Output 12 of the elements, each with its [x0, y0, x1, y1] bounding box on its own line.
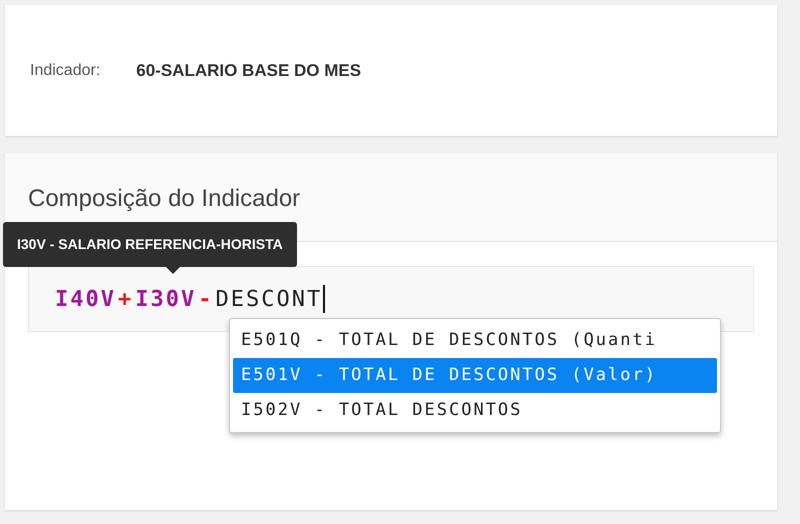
typed-text: DESCONT	[215, 286, 322, 314]
indicator-value: 60-SALARIO BASE DO MES	[136, 60, 362, 82]
variable-token: I30V	[135, 286, 196, 314]
indicator-label: Indicador:	[30, 60, 100, 80]
suggestion-item[interactable]: I502V - TOTAL DESCONTOS	[233, 393, 717, 428]
variable-token: I40V	[55, 286, 116, 314]
suggestion-item[interactable]: E501V - TOTAL DE DESCONTOS (Valor)	[233, 358, 717, 393]
composition-title: Composição do Indicador	[28, 185, 300, 212]
operator-token: -	[197, 286, 214, 314]
tooltip-arrow-icon	[166, 267, 180, 274]
text-cursor	[323, 285, 326, 313]
operator-token: +	[116, 286, 134, 314]
